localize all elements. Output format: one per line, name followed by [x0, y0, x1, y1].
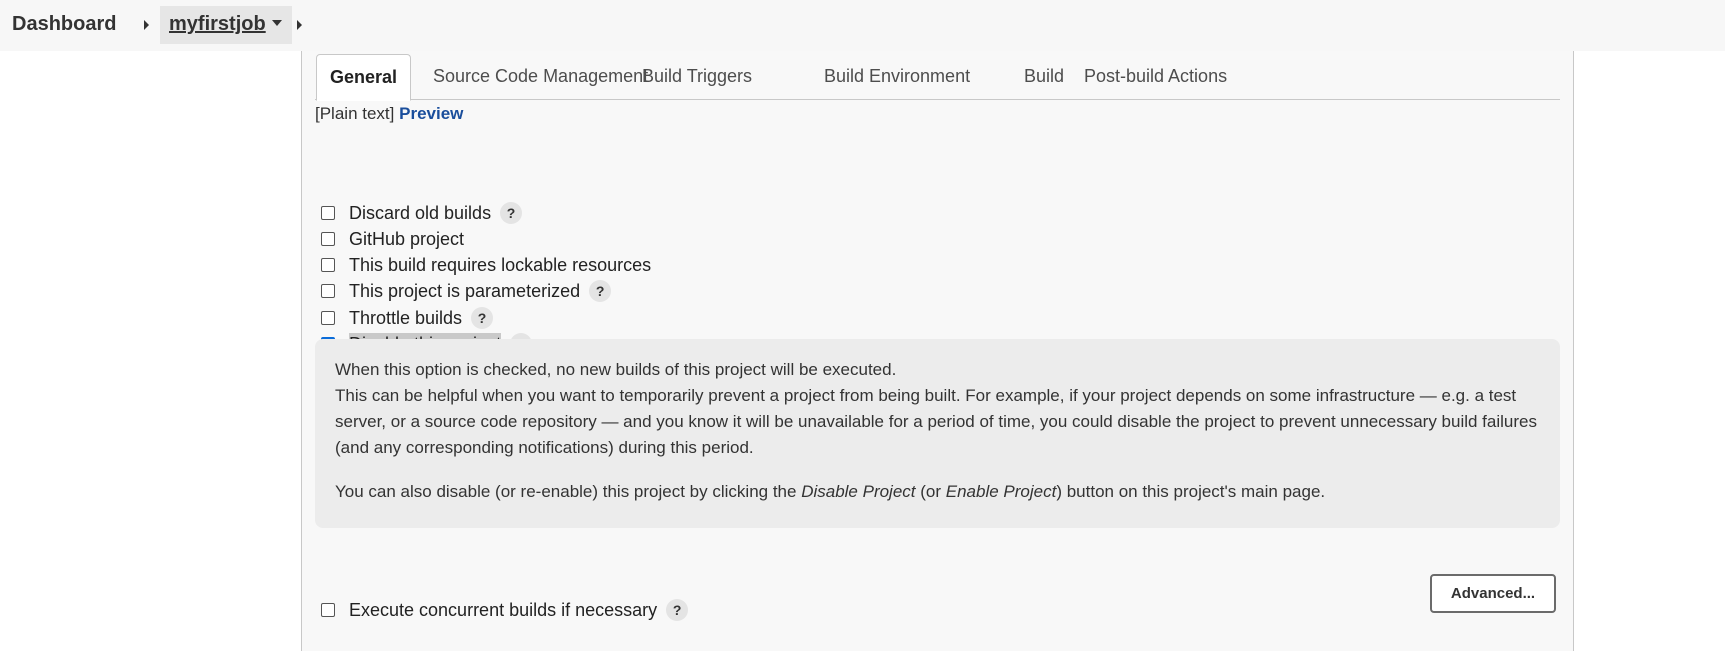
- discard-old-builds-label[interactable]: Discard old builds: [349, 203, 491, 224]
- breadcrumb-job-label: myfirstjob: [169, 13, 266, 35]
- option-lockable-resources: This build requires lockable resources: [321, 253, 651, 277]
- throttle-builds-label[interactable]: Throttle builds: [349, 308, 462, 329]
- tab-general[interactable]: General: [316, 54, 412, 101]
- help-text-tip: You can also disable (or re-enable) this…: [335, 482, 1326, 501]
- breadcrumb: Dashboard myfirstjob: [0, 0, 1725, 51]
- option-parameterized: This project is parameterized ?: [321, 279, 612, 303]
- help-icon[interactable]: ?: [471, 307, 494, 329]
- parameterized-checkbox[interactable]: [321, 284, 335, 298]
- tab-post-build-actions[interactable]: Post-build Actions: [1084, 54, 1227, 100]
- tab-build[interactable]: Build: [1024, 54, 1064, 100]
- option-discard-old-builds: Discard old builds ?: [321, 201, 523, 225]
- tab-build-environment[interactable]: Build Environment: [824, 54, 970, 100]
- discard-old-builds-checkbox[interactable]: [321, 206, 335, 220]
- concurrent-builds-label[interactable]: Execute concurrent builds if necessary: [349, 600, 657, 621]
- chevron-right-icon: [144, 20, 149, 30]
- chevron-right-icon[interactable]: [297, 20, 302, 30]
- help-icon[interactable]: ?: [589, 280, 612, 302]
- option-concurrent-builds: Execute concurrent builds if necessary ?: [321, 598, 689, 622]
- help-icon[interactable]: ?: [666, 599, 689, 621]
- tab-build-triggers[interactable]: Build Triggers: [642, 54, 752, 100]
- option-throttle-builds: Throttle builds ?: [321, 306, 494, 330]
- concurrent-builds-checkbox[interactable]: [321, 603, 335, 617]
- caret-down-icon[interactable]: [271, 19, 282, 26]
- tab-source-code-management[interactable]: Source Code Management: [433, 54, 648, 100]
- plain-text-label: [Plain text]: [315, 104, 395, 123]
- disable-project-help-box: When this option is checked, no new buil…: [315, 339, 1560, 528]
- breadcrumb-job-link[interactable]: myfirstjob: [160, 6, 292, 44]
- github-project-label[interactable]: GitHub project: [349, 229, 464, 250]
- help-text-intro: When this option is checked, no new buil…: [335, 360, 1537, 457]
- advanced-button[interactable]: Advanced...: [1430, 574, 1556, 613]
- description-format: [Plain text] Preview: [315, 104, 463, 124]
- preview-link[interactable]: Preview: [399, 104, 463, 123]
- tab-bar: General Source Code Management Build Tri…: [315, 51, 1560, 101]
- github-project-checkbox[interactable]: [321, 232, 335, 246]
- parameterized-label[interactable]: This project is parameterized: [349, 281, 580, 302]
- throttle-builds-checkbox[interactable]: [321, 311, 335, 325]
- option-github-project: GitHub project: [321, 227, 464, 251]
- breadcrumb-dashboard-link[interactable]: Dashboard: [12, 13, 116, 36]
- lockable-resources-label[interactable]: This build requires lockable resources: [349, 255, 651, 276]
- config-panel: General Source Code Management Build Tri…: [301, 51, 1574, 651]
- lockable-resources-checkbox[interactable]: [321, 258, 335, 272]
- help-icon[interactable]: ?: [500, 202, 523, 224]
